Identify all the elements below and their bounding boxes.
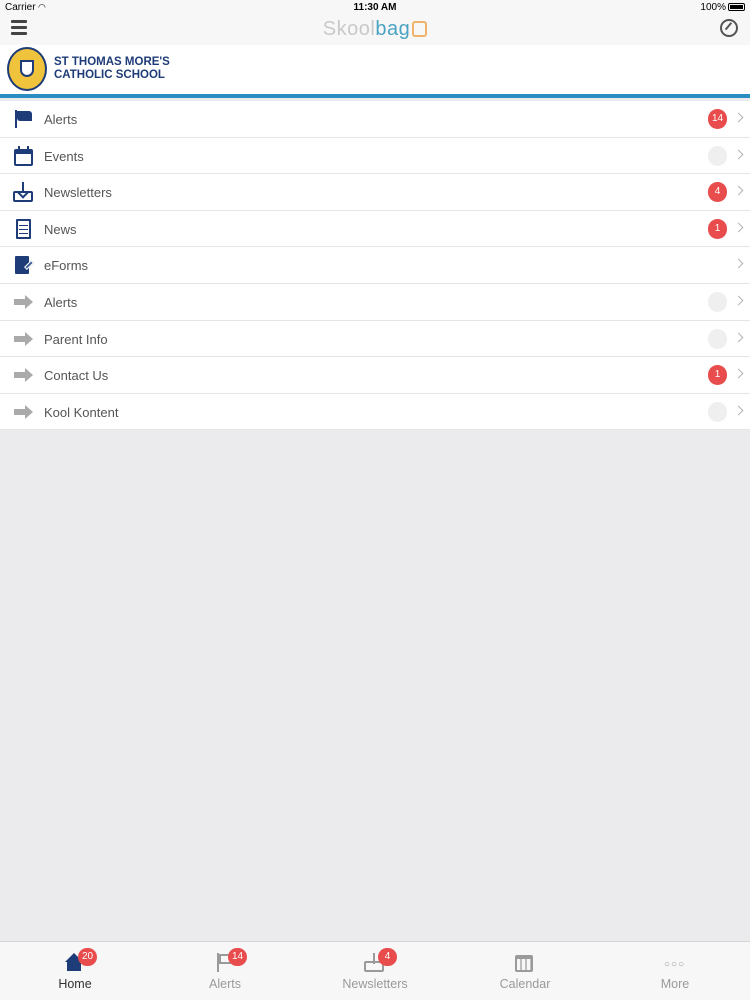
battery-icon: [728, 3, 745, 11]
count-badge: 14: [708, 109, 727, 129]
tab-badge: 4: [378, 948, 397, 966]
brand-text-bag: bag: [375, 18, 411, 40]
school-name: ST THOMAS MORE'S CATHOLIC SCHOOL: [54, 56, 170, 81]
form-pen-icon: [12, 255, 34, 275]
arrow-right-icon: [12, 292, 34, 312]
menu-item-parent-info[interactable]: Parent Info: [0, 321, 750, 358]
tab-label: Calendar: [499, 977, 551, 991]
chevron-right-icon: [733, 222, 744, 233]
count-badge: 1: [708, 218, 727, 239]
calendar-icon: [514, 953, 534, 972]
arrow-right-icon: [12, 365, 34, 385]
tab-more[interactable]: ○○○ More: [600, 942, 750, 1000]
status-bar: Carrier ◠ 11:30 AM 100%: [0, 0, 750, 15]
chevron-right-icon: [733, 368, 744, 379]
document-icon: [12, 218, 34, 239]
tab-badge: 14: [228, 948, 247, 966]
menu-item-alerts[interactable]: Alerts 14: [0, 101, 750, 138]
tab-alerts[interactable]: 14 Alerts: [150, 942, 300, 1000]
schoolbag-icon: [412, 21, 428, 37]
menu-item-kool-kontent[interactable]: Kool Kontent: [0, 394, 750, 431]
chevron-right-icon: [733, 112, 744, 123]
chevron-right-icon: [733, 332, 744, 343]
tab-label: Alerts: [209, 977, 241, 991]
chevron-right-icon: [733, 185, 744, 196]
more-dots-icon: ○○○: [664, 959, 686, 970]
menu-item-label: News: [44, 221, 77, 237]
menu-item-label: Alerts: [44, 294, 78, 310]
tab-bar: 20 Home 14 Alerts 4 Newsletters Calendar…: [0, 941, 750, 1000]
tab-newsletters[interactable]: 4 Newsletters: [300, 942, 450, 1000]
chevron-right-icon: [733, 149, 744, 160]
tab-badge: 20: [78, 948, 97, 966]
flag-icon: [12, 109, 34, 129]
school-name-line1: ST THOMAS MORE'S: [54, 56, 170, 68]
arrow-right-icon: [12, 329, 34, 349]
chevron-right-icon: [733, 295, 744, 306]
tab-calendar[interactable]: Calendar: [450, 942, 600, 1000]
menu-item-label: Events: [44, 148, 84, 164]
count-badge: 1: [708, 365, 727, 386]
menu-item-alerts-link[interactable]: Alerts: [0, 284, 750, 321]
inbox-download-icon: [12, 182, 34, 203]
count-badge: [708, 145, 727, 166]
menu-item-newsletters[interactable]: Newsletters 4: [0, 174, 750, 211]
count-badge: [708, 328, 727, 349]
clock: 11:30 AM: [353, 2, 397, 13]
calendar-icon: [12, 145, 34, 166]
menu-item-label: eForms: [44, 258, 89, 274]
battery-percent: 100%: [700, 2, 726, 13]
menu-item-label: Newsletters: [44, 185, 112, 201]
menu-item-contact-us[interactable]: Contact Us 1: [0, 357, 750, 394]
tab-label: More: [660, 977, 690, 991]
menu-item-label: Kool Kontent: [44, 404, 119, 420]
menu-item-label: Contact Us: [44, 368, 109, 384]
school-name-line2: CATHOLIC SCHOOL: [54, 68, 165, 81]
tab-label: Home: [58, 977, 92, 991]
app-logo: Skoolbag: [0, 18, 750, 41]
count-badge: [708, 401, 727, 422]
header-divider: [0, 94, 750, 98]
arrow-right-icon: [12, 402, 34, 422]
chevron-right-icon: [733, 405, 744, 416]
school-crest-icon: [7, 47, 47, 91]
school-header: ST THOMAS MORE'S CATHOLIC SCHOOL: [0, 45, 750, 94]
chevron-right-icon: [733, 258, 744, 269]
menu-item-label: Parent Info: [44, 331, 108, 347]
count-badge: 4: [708, 182, 727, 203]
tab-label: Newsletters: [342, 977, 408, 991]
menu-item-events[interactable]: Events: [0, 138, 750, 175]
menu-item-news[interactable]: News 1: [0, 211, 750, 248]
menu-item-label: Alerts: [44, 112, 78, 127]
count-badge: [708, 291, 727, 312]
nav-bar: Skoolbag: [0, 15, 750, 45]
tab-home[interactable]: 20 Home: [0, 942, 150, 1000]
menu-item-eforms[interactable]: eForms: [0, 247, 750, 284]
sync-icon[interactable]: [720, 19, 738, 37]
module-list: Alerts 14 Events Newsletters 4 News 1 eF…: [0, 101, 750, 431]
brand-text-skool: Skool: [322, 18, 376, 40]
